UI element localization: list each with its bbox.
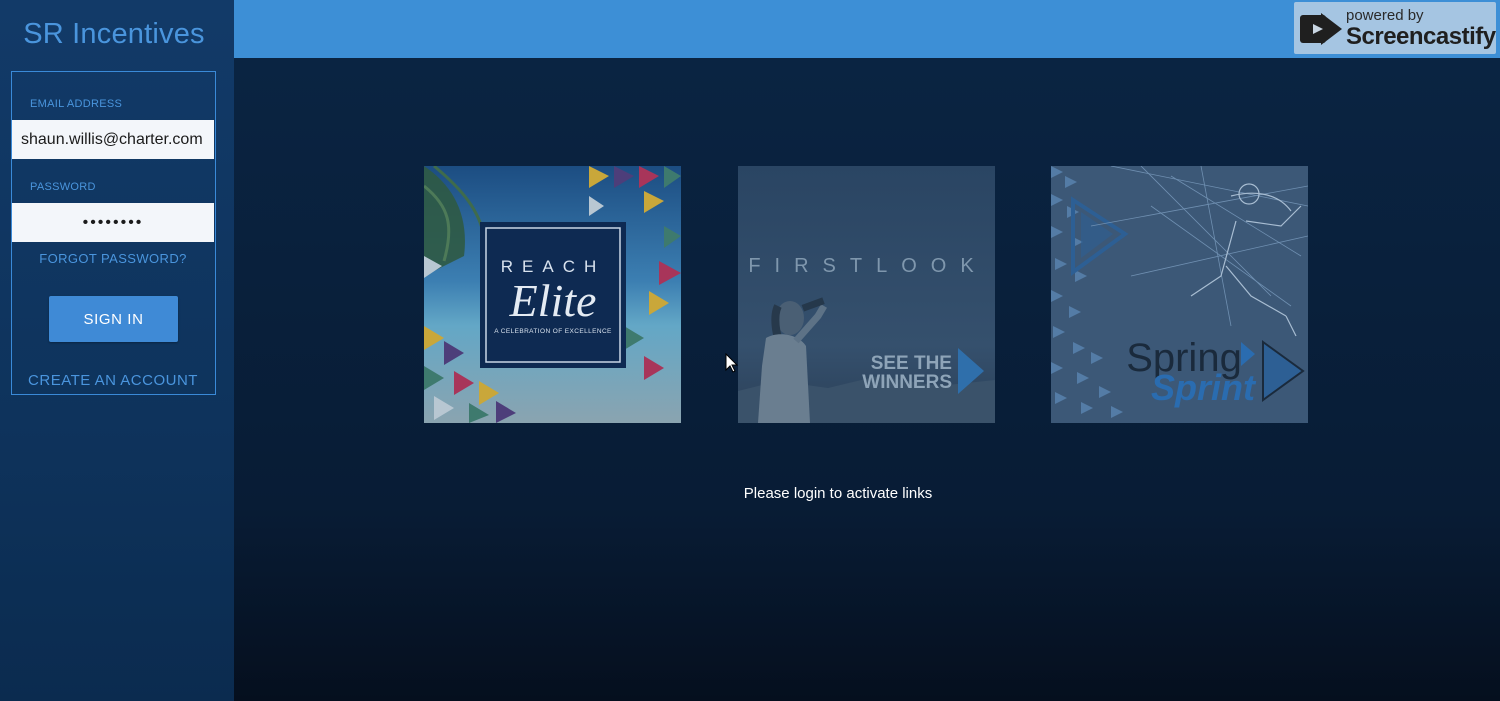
login-form: EMAIL ADDRESS PASSWORD FORGOT PASSWORD? … [11,71,216,395]
login-notice: Please login to activate links [743,485,933,502]
reach-elite-tagline: A CELEBRATION OF EXCELLENCE [494,328,612,335]
spring-sprint-artwork: Spring Sprint [1051,166,1308,423]
password-label: PASSWORD [30,181,96,193]
sidebar: SR Incentives EMAIL ADDRESS PASSWORD FOR… [0,0,234,701]
first-look-cta-line2: WINNERS [862,372,952,393]
screencastify-watermark: powered by Screencastify [1294,2,1496,54]
mouse-cursor-icon [725,353,739,373]
password-input[interactable] [12,203,214,242]
sign-in-button[interactable]: SIGN IN [49,296,178,342]
forgot-password-link[interactable]: FORGOT PASSWORD? [12,251,214,266]
first-look-title: FIRSTLOOK [748,255,987,277]
brand-title: SR Incentives [23,18,205,50]
app-window: SR Incentives EMAIL ADDRESS PASSWORD FOR… [0,0,1500,701]
tile-reach-elite[interactable]: REACH Elite A CELEBRATION OF EXCELLENCE [424,166,681,423]
watermark-brand-text: Screencastify [1346,23,1496,50]
reach-elite-line2: Elite [509,275,597,326]
main-content: REACH Elite A CELEBRATION OF EXCELLENCE [234,58,1500,701]
tile-spring-sprint[interactable]: Spring Sprint [1051,166,1308,423]
email-input[interactable] [12,120,214,159]
top-bar: powered by Screencastify [234,0,1500,58]
first-look-cta-line1: SEE THE [871,353,952,374]
reach-elite-line1: REACH [501,257,606,276]
first-look-artwork: FIRSTLOOK SEE THE WINNERS [738,166,995,423]
screencastify-logo-icon [1300,13,1342,45]
email-label: EMAIL ADDRESS [30,98,123,110]
create-account-link[interactable]: CREATE AN ACCOUNT [12,372,214,389]
spring-sprint-line2: Sprint [1151,367,1257,408]
tile-first-look[interactable]: FIRSTLOOK SEE THE WINNERS [738,166,995,423]
watermark-small-text: powered by [1346,7,1424,24]
reach-elite-artwork: REACH Elite A CELEBRATION OF EXCELLENCE [424,166,681,423]
